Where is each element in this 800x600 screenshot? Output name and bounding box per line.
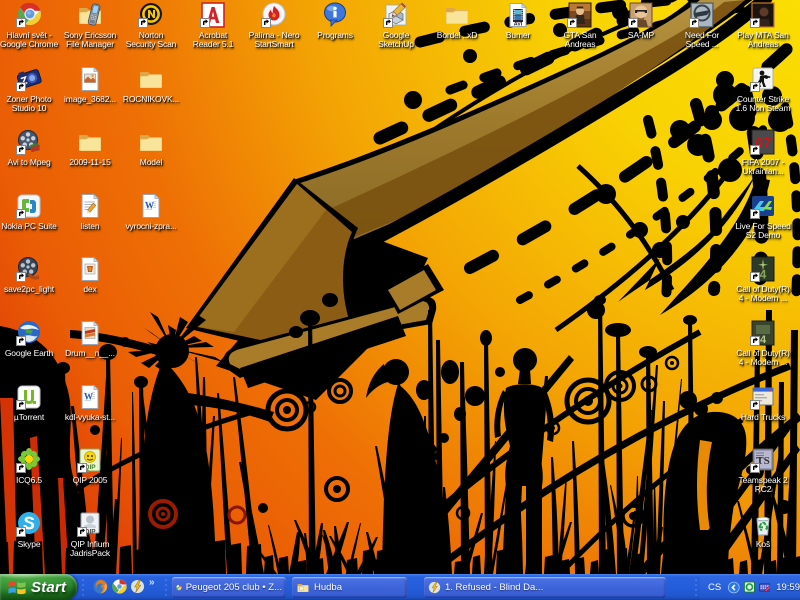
svg-text:W: W [145, 200, 154, 210]
svg-text:4: 4 [760, 268, 767, 282]
svg-text:4: 4 [760, 334, 767, 346]
svg-text:AVI: AVI [514, 22, 523, 28]
svg-text:W: W [84, 391, 93, 401]
